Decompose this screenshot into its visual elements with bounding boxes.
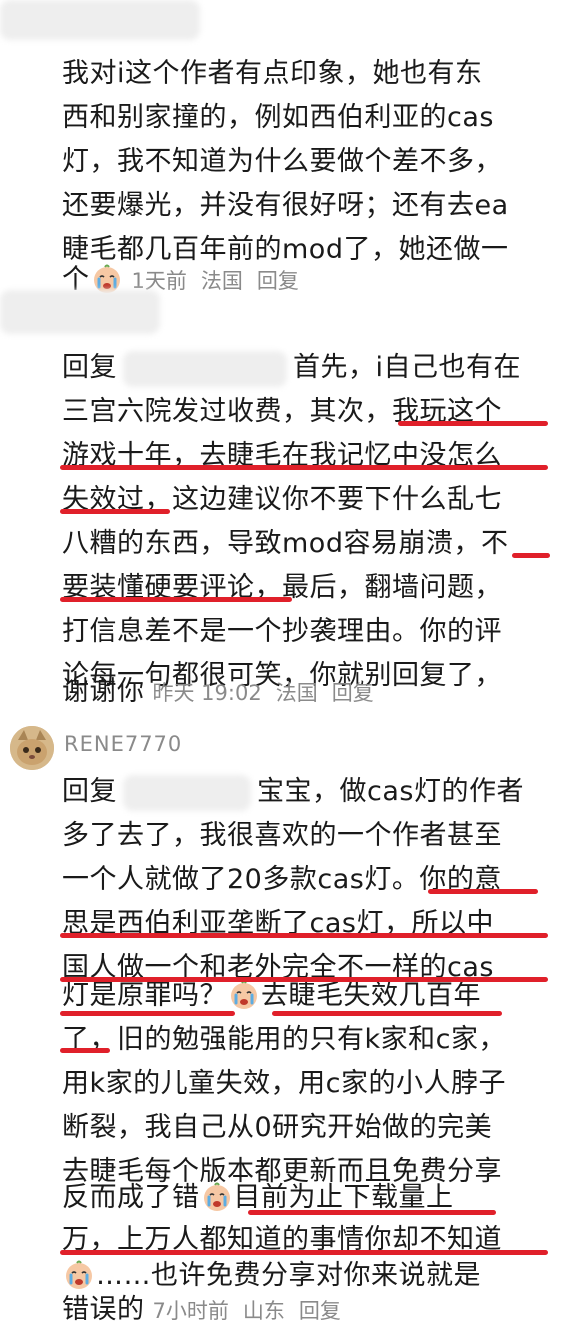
redacted-mention	[123, 774, 251, 811]
redacted-username	[0, 290, 160, 334]
comment-text: 宝宝，做cas灯的作者	[257, 776, 524, 807]
comment-text-line: 断裂，我自己从0研究开始做的完美	[62, 1112, 493, 1143]
comment-text-line: 西和别家撞的，例如西伯利亚的cas	[62, 102, 494, 133]
highlight-underline	[60, 509, 170, 514]
comment-text-line: 打信息差不是一个抄袭理由。你的评	[62, 616, 502, 647]
crying-emoji-icon	[202, 1182, 232, 1212]
highlight-underline	[60, 1048, 110, 1053]
comment-text-line: 用k家的儿童失效，用c家的小人脖子	[62, 1068, 506, 1099]
comment-meta: 7小时前 山东 回复	[153, 1299, 341, 1323]
comment-text-line: 八糟的东西，导致mod容易崩溃，不	[62, 528, 509, 559]
comment-last-line: 谢谢你 昨天 19:02 法国 回复	[62, 670, 374, 714]
highlight-underline	[60, 933, 548, 938]
reply-button[interactable]: 回复	[299, 1299, 341, 1323]
reply-button[interactable]: 回复	[332, 681, 374, 705]
comment-text-line: 游戏十年，去睫毛在我记忆中没怎么	[62, 440, 502, 471]
comment-text-line: 三宫六院发过收费，其次，我玩这个	[62, 396, 502, 427]
reply-prefix: 回复	[62, 352, 117, 383]
redacted-mention	[123, 350, 287, 387]
comment-time: 昨天 19:02	[152, 681, 262, 705]
comment-text-line: 我对i这个作者有点印象，她也有东	[62, 58, 483, 89]
highlight-underline	[512, 553, 550, 558]
comment-text-line: 灯，我不知道为什么要做个差不多，	[62, 146, 502, 177]
highlight-underline	[60, 1011, 235, 1016]
cat-avatar-icon	[10, 726, 54, 770]
comment-text-line: 一个人就做了20多款cas灯。你的意	[62, 864, 502, 895]
comment-text-line: 多了去了，我很喜欢的一个作者甚至	[62, 820, 502, 851]
comment-text: 目前为止下载量上	[233, 1182, 454, 1213]
highlight-underline	[272, 1011, 502, 1016]
comment-text-line: 回复 宝宝，做cas灯的作者	[62, 770, 524, 814]
highlight-underline	[60, 1250, 548, 1255]
highlight-underline	[398, 421, 548, 426]
comment-meta: 1天前 法国 回复	[132, 269, 299, 293]
reply-prefix: 回复	[62, 776, 117, 807]
reply-button[interactable]: 回复	[257, 269, 299, 293]
highlight-underline	[60, 597, 292, 602]
comment-text-line: 要装懂硬要评论，最后，翻墙问题，	[62, 572, 502, 603]
crying-emoji-icon	[64, 1260, 94, 1290]
comment-text: 错误的	[62, 1294, 145, 1325]
comment-text-line: 了，旧的勉强能用的只有k家和c家，	[62, 1024, 506, 1055]
comment-text: 谢谢你	[62, 676, 145, 707]
highlight-underline	[60, 465, 548, 470]
highlight-underline	[428, 889, 538, 894]
comment-text: 首先，i自己也有在	[293, 352, 522, 383]
comment-text: ……也许免费分享对你来说就是	[96, 1260, 481, 1291]
comment-text-line: 思是西伯利亚垄断了cas灯，所以中	[62, 908, 494, 939]
redacted-area	[0, 0, 200, 40]
comment-location: 法国	[275, 681, 318, 705]
comment-last-line: 错误的 7小时前 山东 回复	[62, 1288, 341, 1332]
crying-emoji-icon	[229, 980, 259, 1010]
highlight-underline	[248, 1210, 496, 1215]
username[interactable]: RENE7770	[64, 732, 182, 756]
comment-text-line: 回复 首先，i自己也有在	[62, 346, 521, 390]
comment-text-line: 失效过，这边建议你不要下什么乱七	[62, 484, 502, 515]
comment-text: 反而成了错	[62, 1182, 200, 1213]
comment-time: 7小时前	[152, 1299, 229, 1323]
comment-text: 去睫毛失效几百年	[261, 980, 481, 1011]
comment-text-line: 还要爆光，并没有很好呀；还有去ea	[62, 190, 509, 221]
comment-location: 法国	[200, 269, 243, 293]
comment-meta: 昨天 19:02 法国 回复	[153, 681, 374, 705]
crying-emoji-icon	[92, 264, 122, 294]
comment-text: 灯是原罪吗？	[62, 980, 227, 1011]
comment-location: 山东	[242, 1299, 285, 1323]
user-avatar[interactable]	[10, 726, 54, 770]
highlight-underline	[60, 977, 548, 982]
